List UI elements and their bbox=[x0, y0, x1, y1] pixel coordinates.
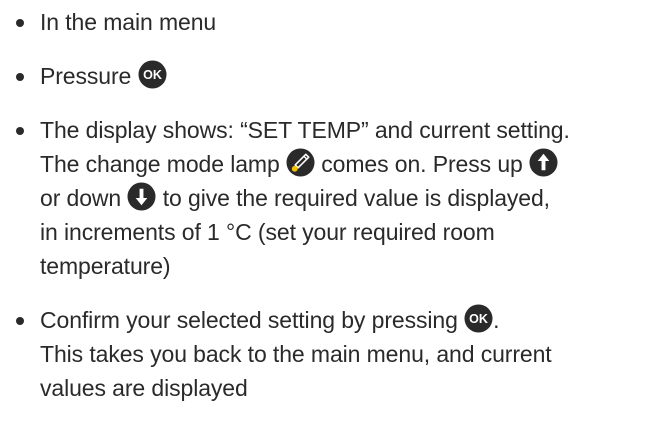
bullet-icon bbox=[16, 19, 24, 27]
ok-icon-label: OK bbox=[143, 68, 162, 82]
step-text: The display shows: “SET TEMP” and curren… bbox=[40, 117, 570, 143]
list-item: In the main menu bbox=[16, 5, 641, 39]
arrow-down-icon bbox=[127, 182, 156, 211]
step-text: to give the required value is displayed, bbox=[162, 185, 550, 211]
bullet-icon bbox=[16, 127, 24, 135]
ok-button-icon: OK bbox=[464, 304, 493, 333]
step-text: in increments of 1 °C (set your required… bbox=[40, 219, 495, 245]
list-item: Pressure OK bbox=[16, 59, 641, 93]
step-text: Confirm your selected setting by pressin… bbox=[40, 307, 458, 333]
list-item: Confirm your selected setting by pressin… bbox=[16, 303, 641, 405]
step-text: comes on. Press up bbox=[321, 151, 523, 177]
step-text: The change mode lamp bbox=[40, 151, 280, 177]
instruction-page: In the main menu Pressure OK The display… bbox=[0, 0, 645, 437]
step-text: Pressure bbox=[40, 63, 132, 89]
arrow-up-icon bbox=[529, 148, 558, 177]
step-text: In the main menu bbox=[40, 9, 217, 35]
step-text: values are displayed bbox=[40, 375, 248, 401]
step-text: temperature) bbox=[40, 253, 171, 279]
list-item: The display shows: “SET TEMP” and curren… bbox=[16, 113, 641, 283]
step-text: . bbox=[493, 307, 500, 333]
step-text: This takes you back to the main menu, an… bbox=[40, 341, 552, 367]
ok-button-icon: OK bbox=[138, 60, 167, 89]
instruction-list: In the main menu Pressure OK The display… bbox=[16, 5, 641, 425]
bullet-icon bbox=[16, 73, 24, 81]
step-text: or down bbox=[40, 185, 122, 211]
change-mode-lamp-icon bbox=[286, 148, 315, 177]
ok-icon-label: OK bbox=[469, 312, 488, 326]
bullet-icon bbox=[16, 317, 24, 325]
